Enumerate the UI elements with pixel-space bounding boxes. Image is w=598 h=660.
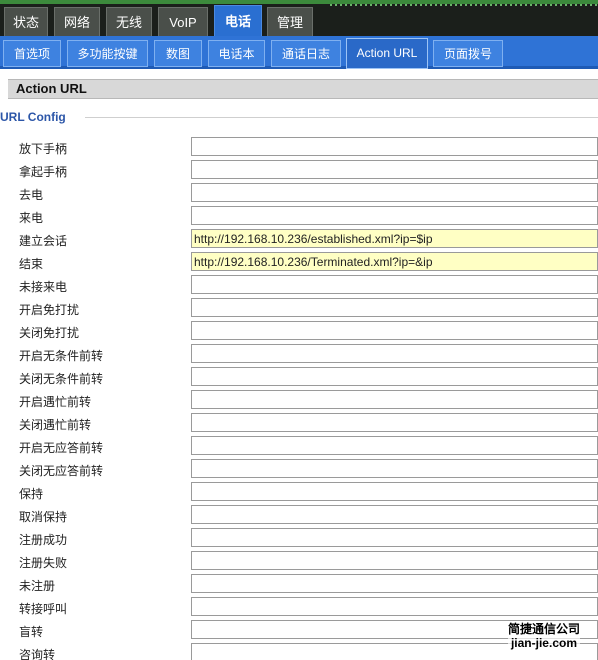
form-row: 未接来电 [0,274,598,297]
field-label: 关闭遇忙前转 [19,418,92,432]
field-label: 关闭免打扰 [19,326,80,340]
top-decorative-dots [330,4,598,6]
tab-management[interactable]: 管理 [267,7,313,36]
action-url-input[interactable] [191,321,598,340]
field-label: 开启免打扰 [19,303,80,317]
action-url-input[interactable] [191,229,598,248]
section-title: Action URL [8,79,598,99]
form-row: 去电 [0,182,598,205]
field-label: 建立会话 [19,234,68,248]
tab-network[interactable]: 网络 [54,7,100,36]
form-row: 放下手柄 [0,136,598,159]
form-row: 结束 [0,251,598,274]
field-label: 结束 [19,257,44,271]
watermark-domain: jian-jie.com [510,636,577,650]
action-url-input[interactable] [191,344,598,363]
form-row: 注册成功 [0,527,598,550]
field-label: 来电 [19,211,44,225]
action-url-input[interactable] [191,551,598,570]
field-label: 注册失败 [19,556,68,570]
field-label: 咨询转 [19,648,56,660]
field-label: 保持 [19,487,44,501]
form-row: 开启遇忙前转 [0,389,598,412]
action-url-input[interactable] [191,367,598,386]
field-label: 未注册 [19,579,56,593]
subtab-page-dial[interactable]: 页面拨号 [433,40,503,67]
form-row: 来电 [0,205,598,228]
action-url-input[interactable] [191,298,598,317]
action-url-input[interactable] [191,137,598,156]
action-url-input[interactable] [191,528,598,547]
field-label: 去电 [19,188,44,202]
form-row: 开启无条件前转 [0,343,598,366]
action-url-input[interactable] [191,574,598,593]
form-row: 开启无应答前转 [0,435,598,458]
subtab-function-keys[interactable]: 多功能按键 [67,40,148,67]
form-row: 转接呼叫 [0,596,598,619]
field-label: 未接来电 [19,280,68,294]
watermark: 简捷通信公司 jian-jie.com [507,622,580,650]
action-url-input[interactable] [191,482,598,501]
form-row: 关闭遇忙前转 [0,412,598,435]
field-label: 关闭无条件前转 [19,372,104,386]
subtab-action-url[interactable]: Action URL [346,38,428,69]
action-url-input[interactable] [191,390,598,409]
form-row: 注册失败 [0,550,598,573]
action-url-input[interactable] [191,183,598,202]
form-row: 关闭无应答前转 [0,458,598,481]
form-row: 建立会话 [0,228,598,251]
action-url-input[interactable] [191,436,598,455]
subtab-phonebook[interactable]: 电话本 [208,40,265,67]
form-row: 开启免打扰 [0,297,598,320]
subtab-preferences[interactable]: 首选项 [3,40,61,67]
fieldset-divider [85,117,598,118]
form-row: 拿起手柄 [0,159,598,182]
tab-phone[interactable]: 电话 [214,5,262,36]
field-label: 盲转 [19,625,44,639]
subtab-call-log[interactable]: 通话日志 [271,40,341,67]
field-label: 开启遇忙前转 [19,395,92,409]
action-url-input[interactable] [191,459,598,478]
action-url-input[interactable] [191,206,598,225]
field-label: 注册成功 [19,533,68,547]
top-navigation-bar: 状态 网络 无线 VoIP 电话 管理 [0,0,598,36]
form-row: 取消保持 [0,504,598,527]
field-label: 关闭无应答前转 [19,464,104,478]
field-label: 取消保持 [19,510,68,524]
field-label: 拿起手柄 [19,165,68,179]
field-label: 开启无条件前转 [19,349,104,363]
field-label: 放下手柄 [19,142,68,156]
action-url-input[interactable] [191,275,598,294]
tab-wireless[interactable]: 无线 [106,7,152,36]
action-url-input[interactable] [191,252,598,271]
form-row: 关闭免打扰 [0,320,598,343]
action-url-input[interactable] [191,160,598,179]
tab-voip[interactable]: VoIP [158,7,208,36]
field-label: 转接呼叫 [19,602,68,616]
subtab-dial-plan[interactable]: 数图 [154,40,202,67]
tab-status[interactable]: 状态 [4,7,48,36]
form-row: 未注册 [0,573,598,596]
field-label: 开启无应答前转 [19,441,104,455]
fieldset-legend: URL Config [0,110,66,124]
action-url-input[interactable] [191,597,598,616]
action-url-input[interactable] [191,505,598,524]
form-row: 保持 [0,481,598,504]
sub-navigation-bar: 首选项 多功能按键 数图 电话本 通话日志 Action URL 页面拨号 [0,36,598,69]
watermark-company: 简捷通信公司 [507,622,580,636]
action-url-input[interactable] [191,413,598,432]
form-row: 关闭无条件前转 [0,366,598,389]
